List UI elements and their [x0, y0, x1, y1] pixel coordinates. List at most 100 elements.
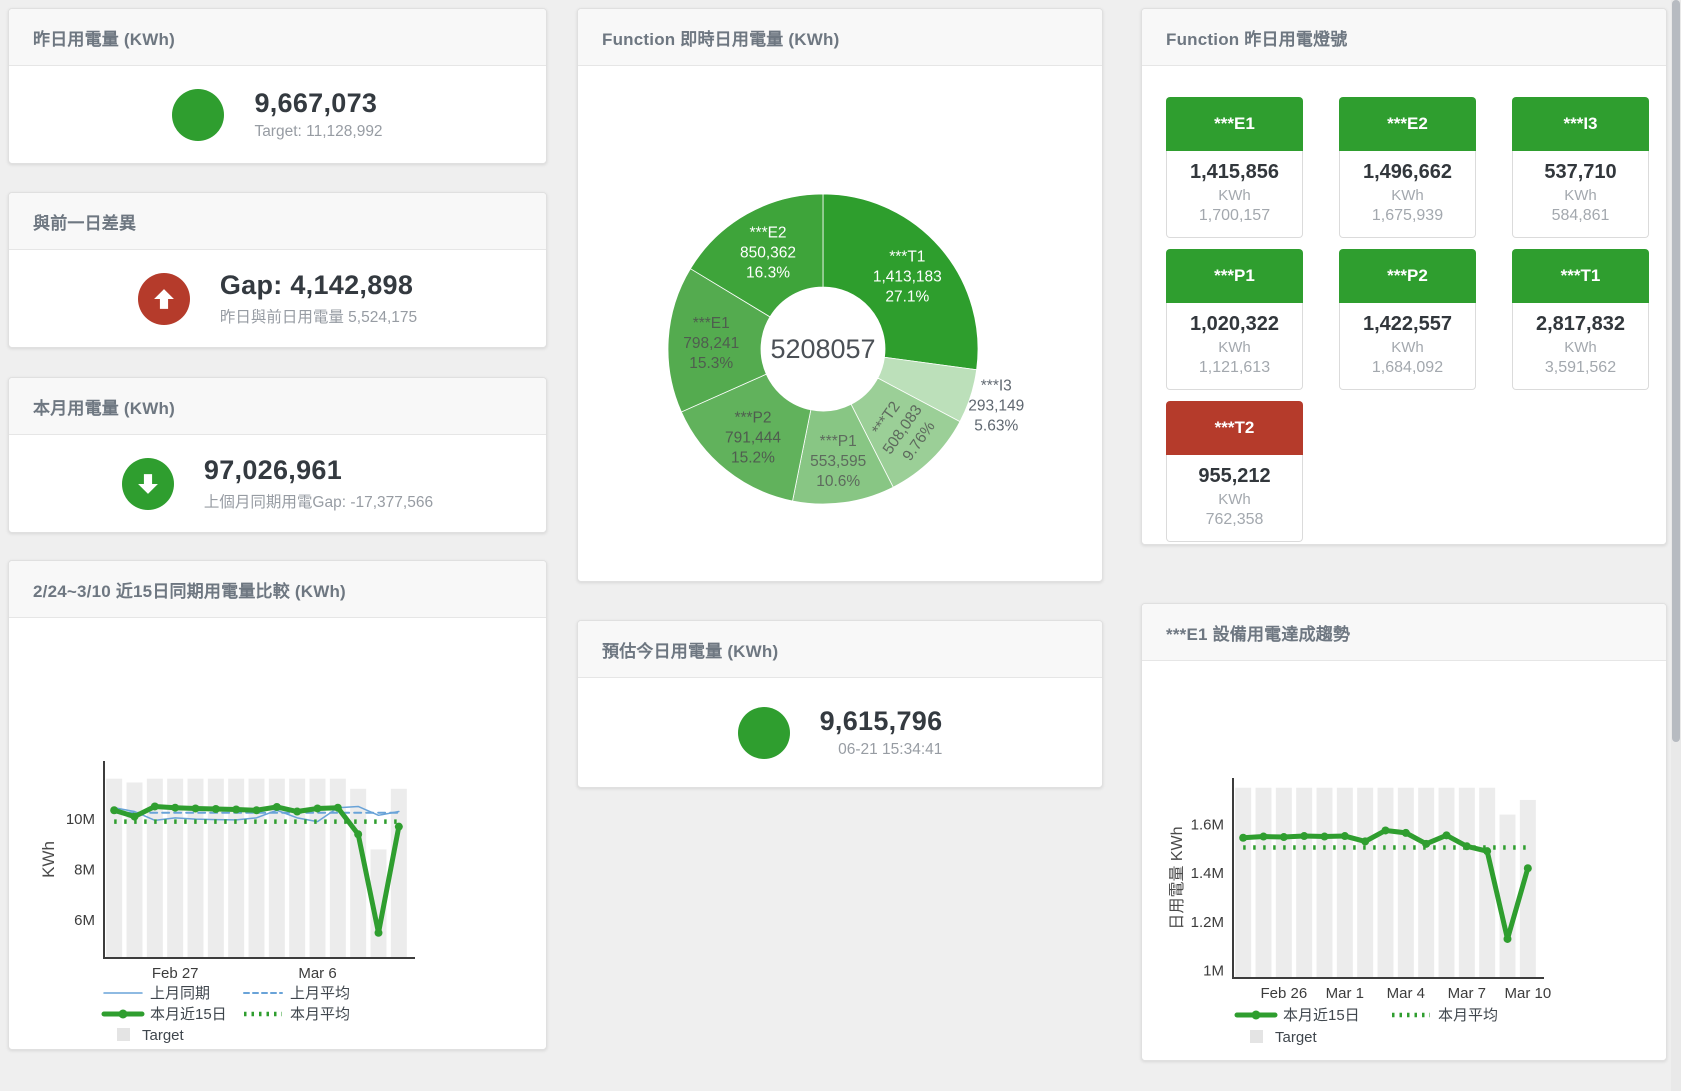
tile-value: 1,422,557	[1342, 313, 1473, 336]
data-point	[1402, 829, 1410, 837]
status-tile-I3: ***I3 537,710 KWh 584,861	[1512, 97, 1649, 238]
target-bar	[1500, 815, 1516, 978]
tile-target: 1,121,613	[1169, 359, 1300, 377]
donut-center-total: 5208057	[770, 334, 875, 364]
panel-15day-compare-chart: 2/24~3/10 近15日同期用電量比較 (KWh) 6M8M10MKWhFe…	[8, 560, 547, 1050]
tile-label: ***I3	[1512, 97, 1649, 151]
e1-trend-line-chart[interactable]: 1M1.2M1.4M1.6M日用電量 KWhFeb 26Mar 1Mar 4Ma…	[1142, 661, 1666, 1060]
stat-block: 9,667,073 Target: 11,128,992	[254, 88, 382, 141]
tile-label: ***T2	[1166, 401, 1303, 455]
legend-item-上月同期[interactable]: 上月同期	[104, 985, 210, 1002]
data-point	[1524, 864, 1532, 872]
svg-text:***I3293,1495.63%: ***I3293,1495.63%	[968, 378, 1024, 435]
target-bar	[1317, 788, 1333, 978]
svg-text:本月近15日: 本月近15日	[1283, 1007, 1360, 1024]
data-point	[131, 813, 139, 821]
y-tick-label: 1.2M	[1191, 914, 1224, 931]
target-bar	[1337, 788, 1353, 978]
donut-slice-label: ***I3293,1495.63%	[968, 378, 1024, 435]
tile-body: 955,212KWh762,358	[1166, 455, 1303, 542]
tile-label: ***E1	[1166, 97, 1303, 151]
data-point	[171, 804, 179, 812]
panel-title: ***E1 設備用電達成趨勢	[1142, 604, 1666, 661]
vertical-scrollbar-thumb[interactable]	[1672, 0, 1680, 742]
x-tick-label: Mar 4	[1387, 985, 1425, 1002]
status-tile-T1: ***T12,817,832KWh3,591,562	[1512, 249, 1649, 390]
data-point	[192, 804, 200, 812]
panel-title: 與前一日差異	[9, 193, 546, 250]
data-point	[1382, 826, 1390, 834]
target-bar	[1398, 788, 1414, 978]
legend-item-Target[interactable]: Target	[117, 1027, 185, 1044]
legend-item-上月平均[interactable]: 上月平均	[244, 985, 350, 1002]
panel-title-text: 本月用電量 (KWh)	[33, 394, 175, 419]
panel-e1-trend-chart: ***E1 設備用電達成趨勢 1M1.2M1.4M1.6M日用電量 KWhFeb…	[1141, 603, 1667, 1061]
data-point	[273, 803, 281, 811]
legend-item-本月近15日[interactable]: 本月近15日	[104, 1006, 227, 1023]
tile-value: 955,212	[1169, 465, 1300, 488]
status-tile-T2: ***T2955,212KWh762,358	[1166, 401, 1303, 542]
legend-item-本月近15日[interactable]: 本月近15日	[1237, 1007, 1360, 1024]
legend-item-本月平均[interactable]: 本月平均	[244, 1006, 350, 1023]
tile-unit: KWh	[1169, 491, 1300, 508]
tile-value: 2,817,832	[1515, 313, 1646, 336]
tile-value: 537,710	[1515, 161, 1646, 184]
data-point	[1463, 842, 1471, 850]
y-tick-label: 10M	[66, 811, 95, 828]
data-point	[1280, 833, 1288, 841]
x-tick-label: Mar 6	[298, 965, 336, 982]
target-bar	[1296, 788, 1312, 978]
data-point	[1300, 832, 1308, 840]
legend-item-Target[interactable]: Target	[1250, 1029, 1318, 1046]
compare-line-chart[interactable]: 6M8M10MKWhFeb 27Mar 6上月同期上月平均本月近15日本月平均T…	[9, 618, 546, 1049]
panel-title-text: ***E1 設備用電達成趨勢	[1166, 620, 1350, 645]
y-tick-label: 1.6M	[1191, 816, 1224, 833]
panel-today-estimate: 預估今日用電量 (KWh) 9,615,796 06-21 15:34:41	[577, 620, 1103, 788]
svg-text:本月平均: 本月平均	[1438, 1007, 1498, 1024]
green-status-circle-icon	[738, 707, 790, 759]
target-bar	[249, 779, 265, 958]
data-point	[1341, 832, 1349, 840]
panel-title-text: 2/24~3/10 近15日同期用電量比較 (KWh)	[33, 577, 346, 602]
tile-target: 1,675,939	[1342, 207, 1473, 225]
status-tile-P2: ***P21,422,557KWh1,684,092	[1339, 249, 1476, 390]
data-point	[253, 806, 261, 814]
tile-body: 1,020,322KWh1,121,613	[1166, 303, 1303, 390]
month-usage-value: 97,026,961	[204, 455, 433, 486]
target-bar	[106, 779, 122, 958]
tile-unit: KWh	[1515, 187, 1646, 204]
x-tick-label: Mar 7	[1448, 985, 1486, 1002]
panel-month-usage: 本月用電量 (KWh) 97,026,961 上個月同期用電Gap: -17,3…	[8, 377, 547, 533]
panel-yesterday-usage: 昨日用電量 (KWh) 9,667,073 Target: 11,128,992	[8, 8, 547, 164]
green-down-arrow-icon	[122, 458, 174, 510]
realtime-donut-chart[interactable]: ***T11,413,18327.1%***I3293,1495.63%***T…	[578, 66, 1102, 581]
data-point	[293, 808, 301, 816]
y-tick-label: 1M	[1203, 963, 1224, 980]
target-bar	[1459, 788, 1475, 978]
panel-status-lights: Function 昨日用電燈號 ***E11,415,856KWh1,700,1…	[1141, 8, 1667, 545]
target-bar	[1439, 788, 1455, 978]
panel-title-text: Function 即時日用電量 (KWh)	[602, 25, 839, 50]
data-point	[1422, 840, 1430, 848]
data-point	[375, 929, 383, 937]
tile-value: 1,415,856	[1169, 161, 1300, 184]
status-tile-P1: ***P11,020,322KWh1,121,613	[1166, 249, 1303, 390]
data-point	[110, 806, 118, 814]
legend-item-本月平均[interactable]: 本月平均	[1392, 1007, 1498, 1024]
red-up-arrow-icon	[138, 273, 190, 325]
target-bar	[1378, 788, 1394, 978]
tile-target: 584,861	[1515, 207, 1646, 225]
month-usage-gap: 上個月同期用電Gap: -17,377,566	[204, 490, 433, 512]
data-point	[1443, 831, 1451, 839]
tile-unit: KWh	[1169, 187, 1300, 204]
data-point	[1483, 847, 1491, 855]
target-bar	[391, 789, 407, 958]
data-point	[1260, 833, 1268, 841]
target-bar	[127, 782, 143, 958]
target-bar	[1235, 788, 1251, 978]
tile-target: 3,591,562	[1515, 359, 1646, 377]
panel-title-text: Function 昨日用電燈號	[1166, 25, 1347, 50]
data-point	[314, 804, 322, 812]
y-tick-label: 1.4M	[1191, 865, 1224, 882]
svg-text:本月平均: 本月平均	[290, 1006, 350, 1023]
